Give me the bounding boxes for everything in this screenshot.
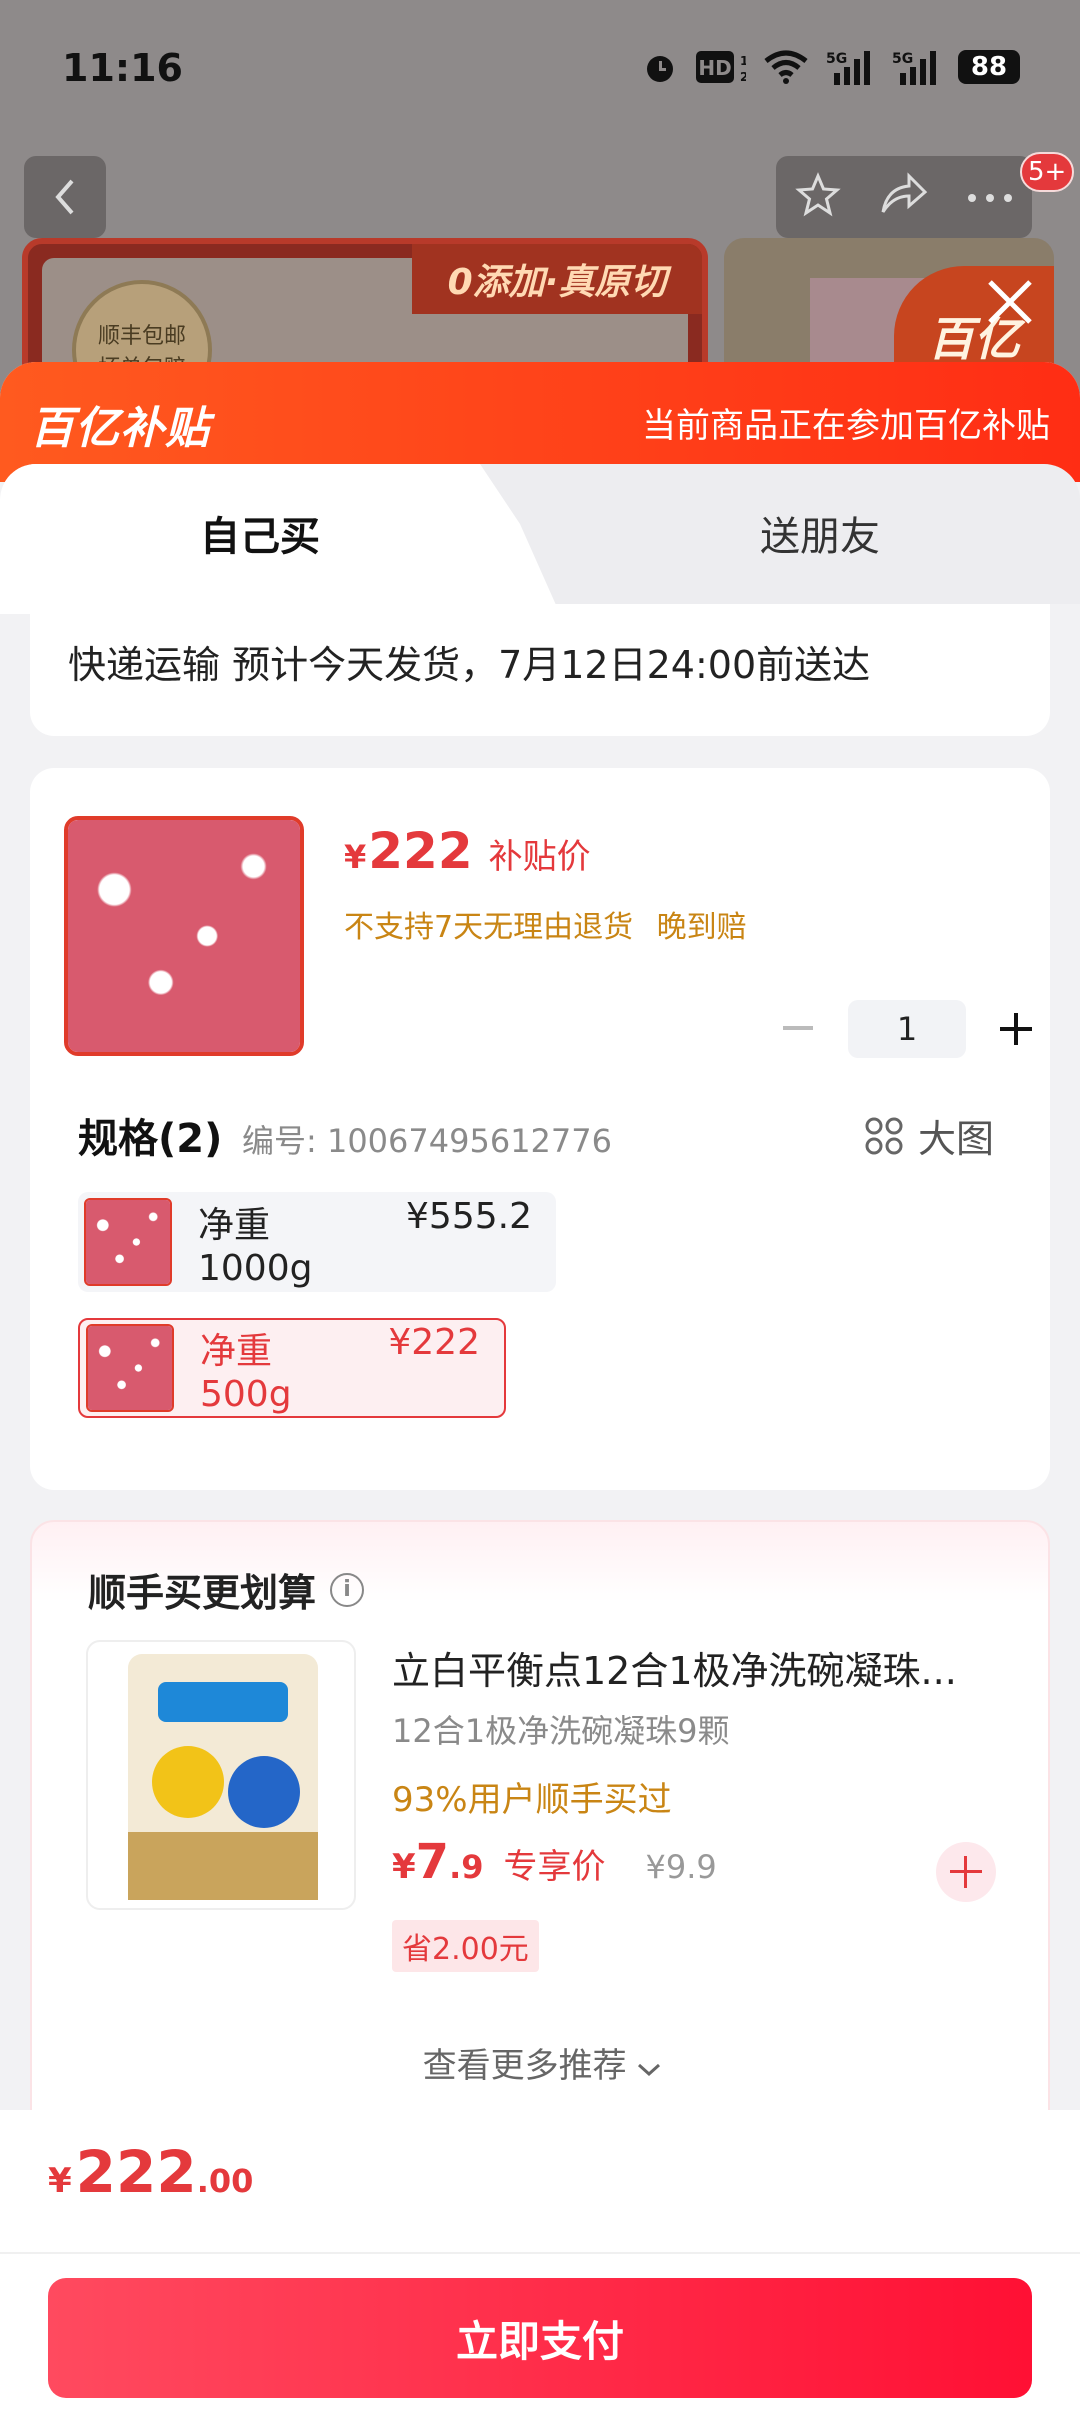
- addon-price-int: 7: [415, 1834, 450, 1890]
- subsidy-price: ¥ 222 补贴价: [344, 822, 591, 880]
- tab-gift-to-friend[interactable]: 送朋友: [560, 504, 1080, 562]
- background-product-page: 11:16 HD 1 2 5G 5G 88 5+ 0添加·真原切 顺丰包邮 百亿: [0, 0, 1080, 438]
- subsidy-promo-text: 当前商品正在参加百亿补贴: [642, 406, 1050, 446]
- addon-product-name[interactable]: 立白平衡点12合1极净洗碗凝珠...: [392, 1640, 1012, 1695]
- status-icons: HD 1 2 5G 5G 88: [642, 48, 1020, 86]
- divider: [0, 2252, 1080, 2254]
- alarm-icon: [642, 48, 678, 86]
- checkout-footer: ¥ 222 .00 立即支付: [0, 2110, 1080, 2412]
- addon-title-text: 顺手买更划算: [88, 1571, 317, 1615]
- svg-text:5G: 5G: [826, 51, 847, 67]
- return-policy: 不支持7天无理由退货 晚到赔: [344, 902, 747, 946]
- addon-product-thumbnail[interactable]: [86, 1640, 356, 1910]
- spec-option-name: 净重500g: [200, 1330, 292, 1415]
- big-image-label: 大图: [918, 1117, 995, 1161]
- see-more-recommendations[interactable]: 查看更多推荐: [32, 2038, 1052, 2087]
- top-action-group: [776, 156, 1032, 238]
- decrease-quantity-button[interactable]: [774, 1005, 822, 1053]
- quantity-stepper: 1: [774, 1000, 1040, 1058]
- status-bar: 11:16 HD 1 2 5G 5G 88: [0, 0, 1080, 140]
- addon-price-tag: 专享价: [503, 1847, 606, 1887]
- increase-quantity-button[interactable]: [992, 1005, 1040, 1053]
- info-icon[interactable]: i: [330, 1572, 365, 1607]
- addon-original-price: ¥9.9: [645, 1848, 717, 1886]
- spec-option-name: 净重1000g: [198, 1204, 313, 1289]
- wifi-icon: [764, 48, 808, 86]
- total-price: ¥ 222 .00: [48, 2138, 254, 2206]
- share-icon[interactable]: [879, 172, 929, 222]
- total-price-dec: .00: [196, 2162, 254, 2200]
- see-more-label: 查看更多推荐: [422, 2046, 627, 2086]
- svg-text:5G: 5G: [892, 51, 913, 67]
- big-image-toggle[interactable]: 大图: [864, 1108, 994, 1163]
- product-code: 编号: 10067495612776: [242, 1122, 612, 1160]
- plus-icon: [950, 1856, 982, 1888]
- battery-indicator: 88: [958, 50, 1020, 84]
- spec-title: 规格(2): [78, 1116, 223, 1162]
- more-dots-icon[interactable]: [967, 188, 1013, 207]
- addon-price: ¥ 7 .9 专享价 ¥9.9: [392, 1834, 717, 1890]
- chevron-down-icon: [638, 2063, 661, 2077]
- 5g-signal-icon: 5G: [892, 48, 940, 86]
- tab-buy-for-self-label[interactable]: 自己买: [0, 504, 520, 562]
- plus-icon: [1000, 1013, 1032, 1045]
- add-addon-button[interactable]: [936, 1842, 996, 1902]
- addon-savings-badge: 省2.00元: [392, 1920, 539, 1972]
- grid-icon: [865, 1117, 903, 1154]
- svg-text:HD: HD: [698, 56, 731, 80]
- subsidy-logo: 百亿补贴: [30, 392, 210, 456]
- spec-option-price: ¥555.2: [406, 1195, 532, 1237]
- price-tag: 补贴价: [488, 837, 591, 877]
- spec-option-1000g[interactable]: 净重1000g ¥555.2: [78, 1192, 556, 1292]
- addon-title: 顺手买更划算 i: [88, 1562, 365, 1617]
- notification-badge: 5+: [1020, 152, 1075, 192]
- spec-option-500g[interactable]: 净重500g ¥222: [78, 1318, 506, 1418]
- spec-option-price: ¥222: [388, 1321, 480, 1363]
- purchase-mode-tabs: 自己买 送朋友: [0, 464, 1080, 614]
- policy-no-return: 不支持7天无理由退货: [344, 910, 634, 945]
- spec-option-thumbnail: [84, 1198, 172, 1286]
- ribbon-text: 0添加·真原切: [412, 244, 702, 314]
- quantity-field[interactable]: 1: [848, 1000, 966, 1058]
- spec-option-thumbnail: [86, 1324, 174, 1412]
- chevron-left-icon: [55, 179, 74, 215]
- status-time: 11:16: [62, 46, 183, 90]
- addon-purchase-rate: 93%用户顺手买过: [392, 1780, 672, 1820]
- purchase-sheet: 百亿补贴 当前商品正在参加百亿补贴 自己买 送朋友 快递运输 预计今天发货，7月…: [0, 362, 1080, 2412]
- hd-icon: HD 1 2: [696, 48, 746, 86]
- svg-text:1: 1: [740, 54, 746, 68]
- close-icon[interactable]: [980, 272, 1040, 332]
- subsidy-logo-text: 百亿补贴: [30, 403, 210, 454]
- product-card: ¥ 222 补贴价 不支持7天无理由退货 晚到赔 1 规格(2) 编号: 100…: [30, 768, 1050, 1490]
- 5g-signal-icon: 5G: [826, 48, 874, 86]
- addon-price-dec: .9: [449, 1848, 484, 1886]
- product-thumbnail[interactable]: [64, 816, 304, 1056]
- addon-product-spec: 12合1极净洗碗凝珠9颗: [392, 1712, 730, 1750]
- minus-icon: [783, 1026, 813, 1030]
- back-button[interactable]: [24, 156, 106, 238]
- total-price-int: 222: [75, 2138, 197, 2206]
- favorite-star-icon[interactable]: [795, 172, 841, 222]
- price-value: 222: [368, 822, 473, 880]
- addon-recommendation-card: 顺手买更划算 i 立白平衡点12合1极净洗碗凝珠... 12合1极净洗碗凝珠9颗…: [30, 1520, 1050, 2140]
- policy-late-compensation: 晚到赔: [656, 910, 747, 945]
- seal-line-1: 顺丰包邮: [97, 324, 186, 349]
- pay-now-button[interactable]: 立即支付: [48, 2278, 1032, 2398]
- svg-text:2: 2: [740, 70, 746, 84]
- delivery-info: 快递运输 预计今天发货，7月12日24:00前送达: [30, 604, 1050, 736]
